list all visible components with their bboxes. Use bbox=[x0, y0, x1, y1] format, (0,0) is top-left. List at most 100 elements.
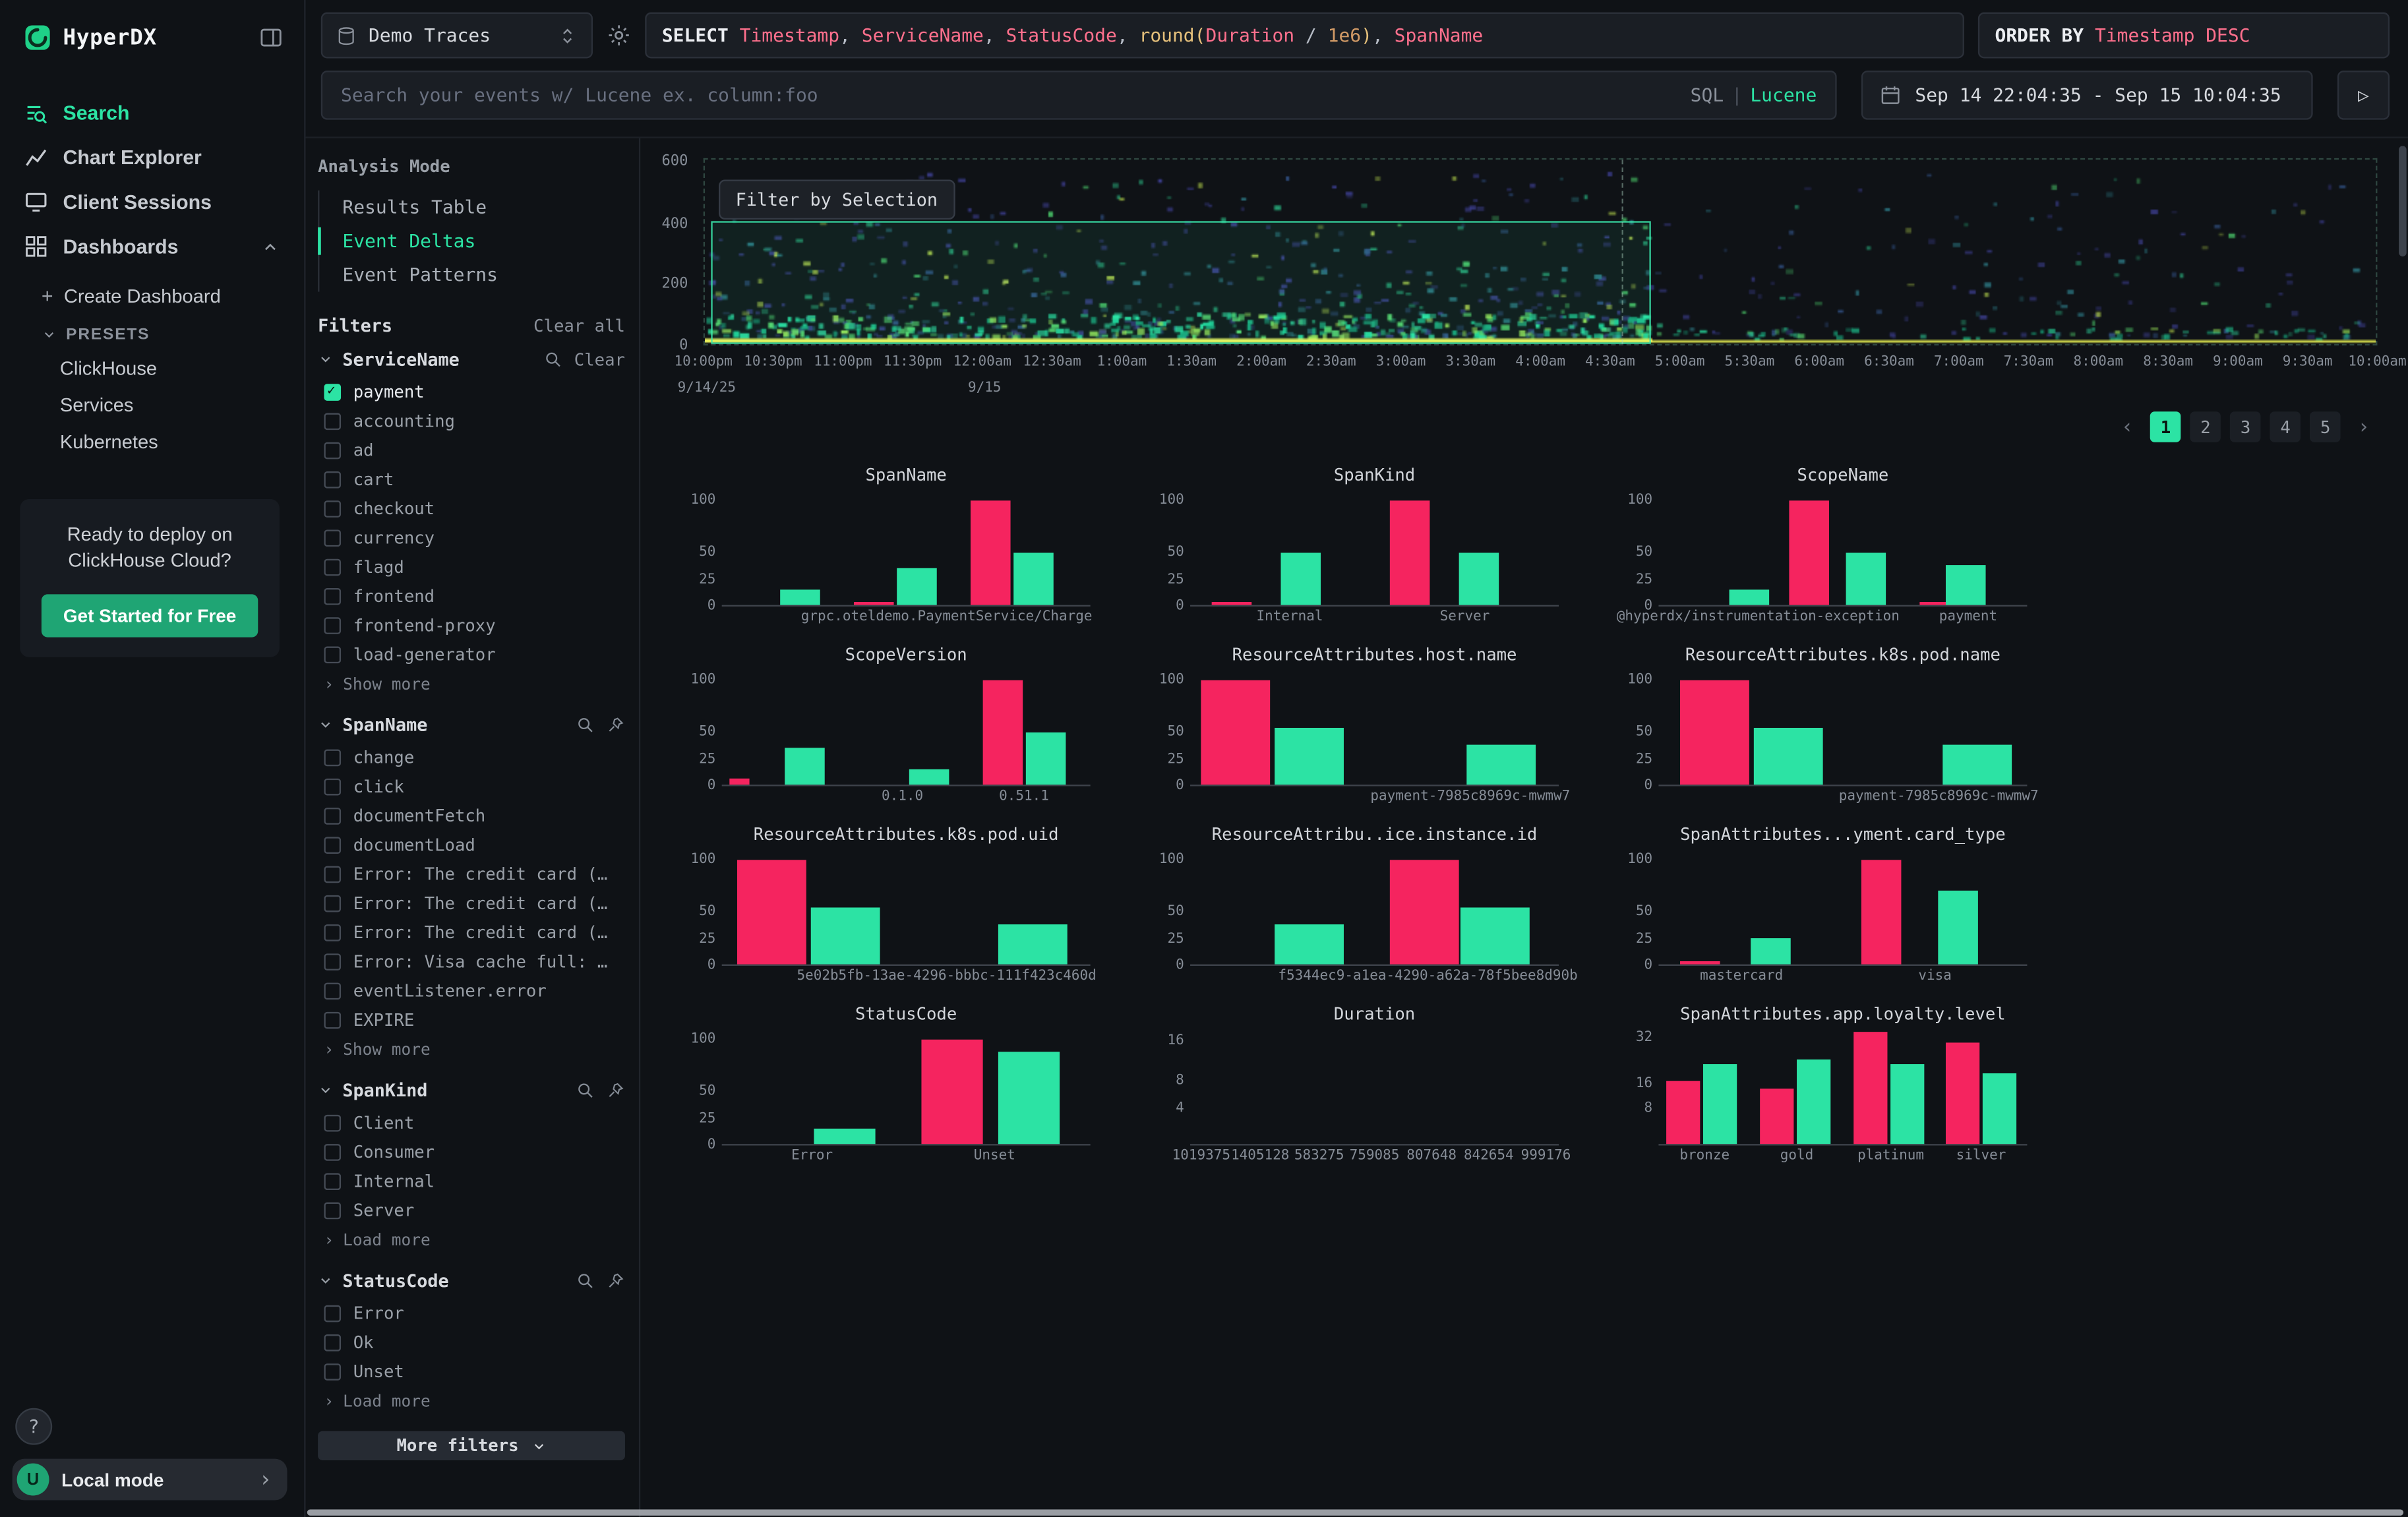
pin-icon[interactable] bbox=[607, 715, 625, 734]
checkbox[interactable] bbox=[324, 837, 341, 854]
show-more-button[interactable]: ›Load more bbox=[318, 1386, 625, 1411]
checkbox[interactable] bbox=[324, 924, 341, 941]
sidebar-item-search[interactable]: Search bbox=[0, 90, 304, 135]
local-mode-button[interactable]: U Local mode › bbox=[13, 1459, 287, 1501]
checkbox[interactable] bbox=[324, 617, 341, 634]
magnifier-icon[interactable] bbox=[576, 715, 594, 734]
filter-item-cart[interactable]: cart bbox=[318, 465, 625, 494]
vertical-scrollbar[interactable] bbox=[2399, 146, 2407, 256]
page-button-3[interactable]: 3 bbox=[2230, 411, 2261, 442]
create-dashboard-button[interactable]: +Create Dashboard bbox=[42, 275, 304, 316]
filter-item-load-generator[interactable]: load-generator bbox=[318, 640, 625, 669]
checkbox[interactable] bbox=[324, 442, 341, 460]
filter-item-error-the-credit-card[interactable]: Error: The credit card (… bbox=[318, 860, 625, 889]
checkbox[interactable] bbox=[324, 413, 341, 431]
checkbox[interactable] bbox=[324, 983, 341, 1000]
run-query-button[interactable]: ▷ bbox=[2337, 71, 2390, 120]
filter-item-frontend[interactable]: frontend bbox=[318, 582, 625, 611]
next-page-button[interactable]: › bbox=[2350, 411, 2378, 442]
magnifier-icon[interactable] bbox=[576, 1081, 594, 1100]
checkbox[interactable] bbox=[324, 500, 341, 518]
presets-toggle[interactable]: PRESETS bbox=[42, 316, 304, 350]
gear-icon[interactable] bbox=[607, 23, 631, 47]
page-button-5[interactable]: 5 bbox=[2310, 411, 2341, 442]
pin-icon[interactable] bbox=[607, 1081, 625, 1100]
checkbox[interactable] bbox=[324, 808, 341, 825]
checkbox[interactable] bbox=[324, 1173, 341, 1190]
filter-item-error-the-credit-card[interactable]: Error: The credit card (… bbox=[318, 918, 625, 947]
lucene-mode-toggle[interactable]: Lucene bbox=[1750, 84, 1817, 106]
page-button-1[interactable]: 1 bbox=[2150, 411, 2181, 442]
sidebar-collapse-icon[interactable] bbox=[260, 26, 283, 49]
checkbox[interactable] bbox=[324, 384, 341, 401]
sql-mode-toggle[interactable]: SQL bbox=[1691, 84, 1724, 106]
filter-item-click[interactable]: click bbox=[318, 773, 625, 802]
filter-item-error-the-credit-card[interactable]: Error: The credit card (… bbox=[318, 889, 625, 918]
filter-item-internal[interactable]: Internal bbox=[318, 1167, 625, 1196]
filter-item-client[interactable]: Client bbox=[318, 1109, 625, 1138]
checkbox[interactable] bbox=[324, 895, 341, 912]
time-range-picker[interactable]: Sep 14 22:04:35 - Sep 15 10:04:35 bbox=[1861, 71, 2313, 120]
filter-item-error-visa-cache-full[interactable]: Error: Visa cache full: … bbox=[318, 947, 625, 976]
filter-group-header[interactable]: SpanKind bbox=[318, 1079, 625, 1101]
analysis-mode-event-patterns[interactable]: Event Patterns bbox=[319, 258, 624, 291]
checkbox[interactable] bbox=[324, 1115, 341, 1132]
filter-item-consumer[interactable]: Consumer bbox=[318, 1138, 625, 1167]
checkbox[interactable] bbox=[324, 1203, 341, 1220]
filter-group-header[interactable]: StatusCode bbox=[318, 1270, 625, 1292]
checkbox[interactable] bbox=[324, 866, 341, 883]
filter-item-expire[interactable]: EXPIRE bbox=[318, 1006, 625, 1035]
filter-item-error[interactable]: Error bbox=[318, 1299, 625, 1328]
prev-page-button[interactable]: ‹ bbox=[2114, 411, 2142, 442]
filter-item-unset[interactable]: Unset bbox=[318, 1357, 625, 1386]
filter-item-currency[interactable]: currency bbox=[318, 523, 625, 552]
help-button[interactable]: ? bbox=[15, 1408, 52, 1445]
sql-select-input[interactable]: SELECT Timestamp, ServiceName, StatusCod… bbox=[645, 13, 1964, 59]
sidebar-item-dashboards[interactable]: Dashboards bbox=[0, 224, 304, 269]
filter-item-documentfetch[interactable]: documentFetch bbox=[318, 802, 625, 831]
filter-item-ok[interactable]: Ok bbox=[318, 1328, 625, 1357]
checkbox[interactable] bbox=[324, 471, 341, 489]
checkbox[interactable] bbox=[324, 559, 341, 576]
sidebar-item-services[interactable]: Services bbox=[42, 387, 304, 424]
filter-item-frontend-proxy[interactable]: frontend-proxy bbox=[318, 611, 625, 640]
analysis-mode-results-table[interactable]: Results Table bbox=[319, 191, 624, 224]
checkbox[interactable] bbox=[324, 779, 341, 796]
filter-group-header[interactable]: ServiceNameClear bbox=[318, 349, 625, 371]
get-started-button[interactable]: Get Started for Free bbox=[42, 593, 258, 636]
filter-item-accounting[interactable]: accounting bbox=[318, 407, 625, 436]
filter-item-eventlistener-error[interactable]: eventListener.error bbox=[318, 976, 625, 1005]
filter-by-selection-button[interactable]: Filter by Selection bbox=[719, 180, 955, 220]
magnifier-icon[interactable] bbox=[576, 1271, 594, 1290]
page-button-4[interactable]: 4 bbox=[2270, 411, 2301, 442]
timechart-selection[interactable] bbox=[711, 220, 1650, 343]
checkbox[interactable] bbox=[324, 1363, 341, 1381]
sidebar-item-clickhouse[interactable]: ClickHouse bbox=[42, 350, 304, 387]
checkbox[interactable] bbox=[324, 1012, 341, 1029]
sidebar-item-chart-explorer[interactable]: Chart Explorer bbox=[0, 135, 304, 180]
lucene-search-input[interactable]: Search your events w/ Lucene ex. column:… bbox=[321, 71, 1837, 120]
analysis-mode-event-deltas[interactable]: Event Deltas bbox=[319, 224, 624, 258]
show-more-button[interactable]: ›Show more bbox=[318, 1035, 625, 1059]
filter-item-ad[interactable]: ad bbox=[318, 436, 625, 465]
checkbox[interactable] bbox=[324, 1144, 341, 1161]
more-filters-button[interactable]: More filters bbox=[318, 1431, 625, 1460]
filter-item-change[interactable]: change bbox=[318, 743, 625, 772]
filter-item-server[interactable]: Server bbox=[318, 1196, 625, 1225]
checkbox[interactable] bbox=[324, 1334, 341, 1352]
horizontal-scrollbar[interactable] bbox=[307, 1510, 2403, 1516]
magnifier-icon[interactable] bbox=[543, 350, 562, 369]
timechart-plot[interactable]: Filter by Selection bbox=[704, 158, 2378, 345]
pin-icon[interactable] bbox=[607, 1271, 625, 1290]
source-select[interactable]: Demo Traces bbox=[321, 13, 593, 59]
checkbox[interactable] bbox=[324, 647, 341, 664]
filter-item-flagd[interactable]: flagd bbox=[318, 552, 625, 581]
checkbox[interactable] bbox=[324, 530, 341, 547]
show-more-button[interactable]: ›Load more bbox=[318, 1226, 625, 1250]
filter-item-checkout[interactable]: checkout bbox=[318, 494, 625, 523]
page-button-2[interactable]: 2 bbox=[2190, 411, 2221, 442]
sidebar-item-client-sessions[interactable]: Client Sessions bbox=[0, 180, 304, 225]
show-more-button[interactable]: ›Show more bbox=[318, 669, 625, 694]
sidebar-item-kubernetes[interactable]: Kubernetes bbox=[42, 424, 304, 461]
filter-item-payment[interactable]: payment bbox=[318, 378, 625, 407]
